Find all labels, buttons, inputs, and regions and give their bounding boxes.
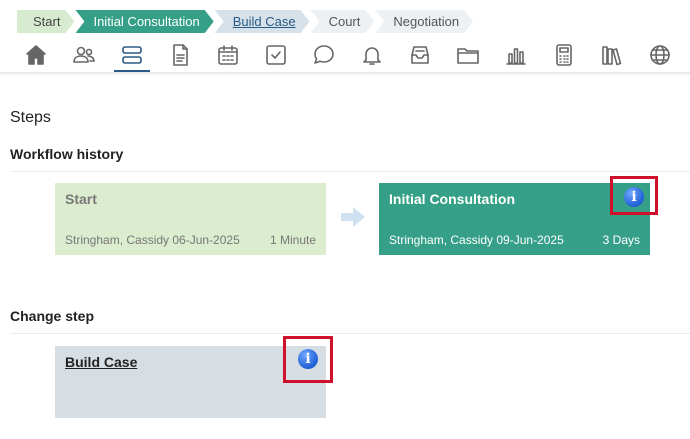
workflow-history-heading: Workflow history bbox=[10, 146, 124, 162]
breadcrumb-build-case[interactable]: Build Case bbox=[215, 10, 310, 33]
history-card-person-date: Stringham, Cassidy 06-Jun-2025 bbox=[65, 233, 240, 247]
divider bbox=[10, 171, 690, 172]
document-icon[interactable] bbox=[156, 40, 204, 70]
books-icon[interactable] bbox=[588, 40, 636, 70]
icon-toolbar bbox=[12, 40, 684, 72]
calculator-icon[interactable] bbox=[540, 40, 588, 70]
divider bbox=[10, 333, 690, 334]
calendar-icon[interactable] bbox=[204, 40, 252, 70]
history-card-duration: 1 Minute bbox=[269, 233, 316, 247]
history-card-person-date: Stringham, Cassidy 09-Jun-2025 bbox=[389, 233, 564, 247]
change-step-card-title[interactable]: Build Case bbox=[65, 354, 316, 370]
history-card-title: Start bbox=[65, 191, 97, 207]
highlight-box bbox=[610, 176, 658, 215]
history-card-title: Initial Consultation bbox=[389, 191, 515, 207]
history-card-start: Start Stringham, Cassidy 06-Jun-2025 1 M… bbox=[55, 183, 326, 255]
history-card-duration: 3 Days bbox=[602, 233, 640, 247]
globe-icon[interactable] bbox=[636, 40, 684, 70]
folder-icon[interactable] bbox=[444, 40, 492, 70]
breadcrumb-start[interactable]: Start bbox=[17, 10, 74, 33]
home-icon[interactable] bbox=[12, 40, 60, 70]
history-card-meta: Stringham, Cassidy 06-Jun-2025 1 Minute bbox=[65, 233, 316, 247]
page-title: Steps bbox=[10, 109, 51, 126]
breadcrumb-negotiation: Negotiation bbox=[375, 10, 473, 33]
bar-chart-icon[interactable] bbox=[492, 40, 540, 70]
change-step-heading: Change step bbox=[10, 308, 95, 324]
breadcrumb-court: Court bbox=[311, 10, 375, 33]
history-card-meta: Stringham, Cassidy 09-Jun-2025 3 Days bbox=[389, 233, 640, 247]
arrow-right-icon bbox=[341, 207, 365, 227]
people-icon[interactable] bbox=[60, 40, 108, 70]
breadcrumb-initial-consultation[interactable]: Initial Consultation bbox=[75, 10, 213, 33]
chat-icon[interactable] bbox=[300, 40, 348, 70]
highlight-box bbox=[283, 336, 333, 383]
bell-icon[interactable] bbox=[348, 40, 396, 70]
toolbar-shadow bbox=[0, 72, 690, 76]
checkbox-icon[interactable] bbox=[252, 40, 300, 70]
inbox-icon[interactable] bbox=[396, 40, 444, 70]
steps-icon[interactable] bbox=[108, 40, 156, 72]
breadcrumb: Start Initial Consultation Build Case Co… bbox=[17, 10, 474, 33]
